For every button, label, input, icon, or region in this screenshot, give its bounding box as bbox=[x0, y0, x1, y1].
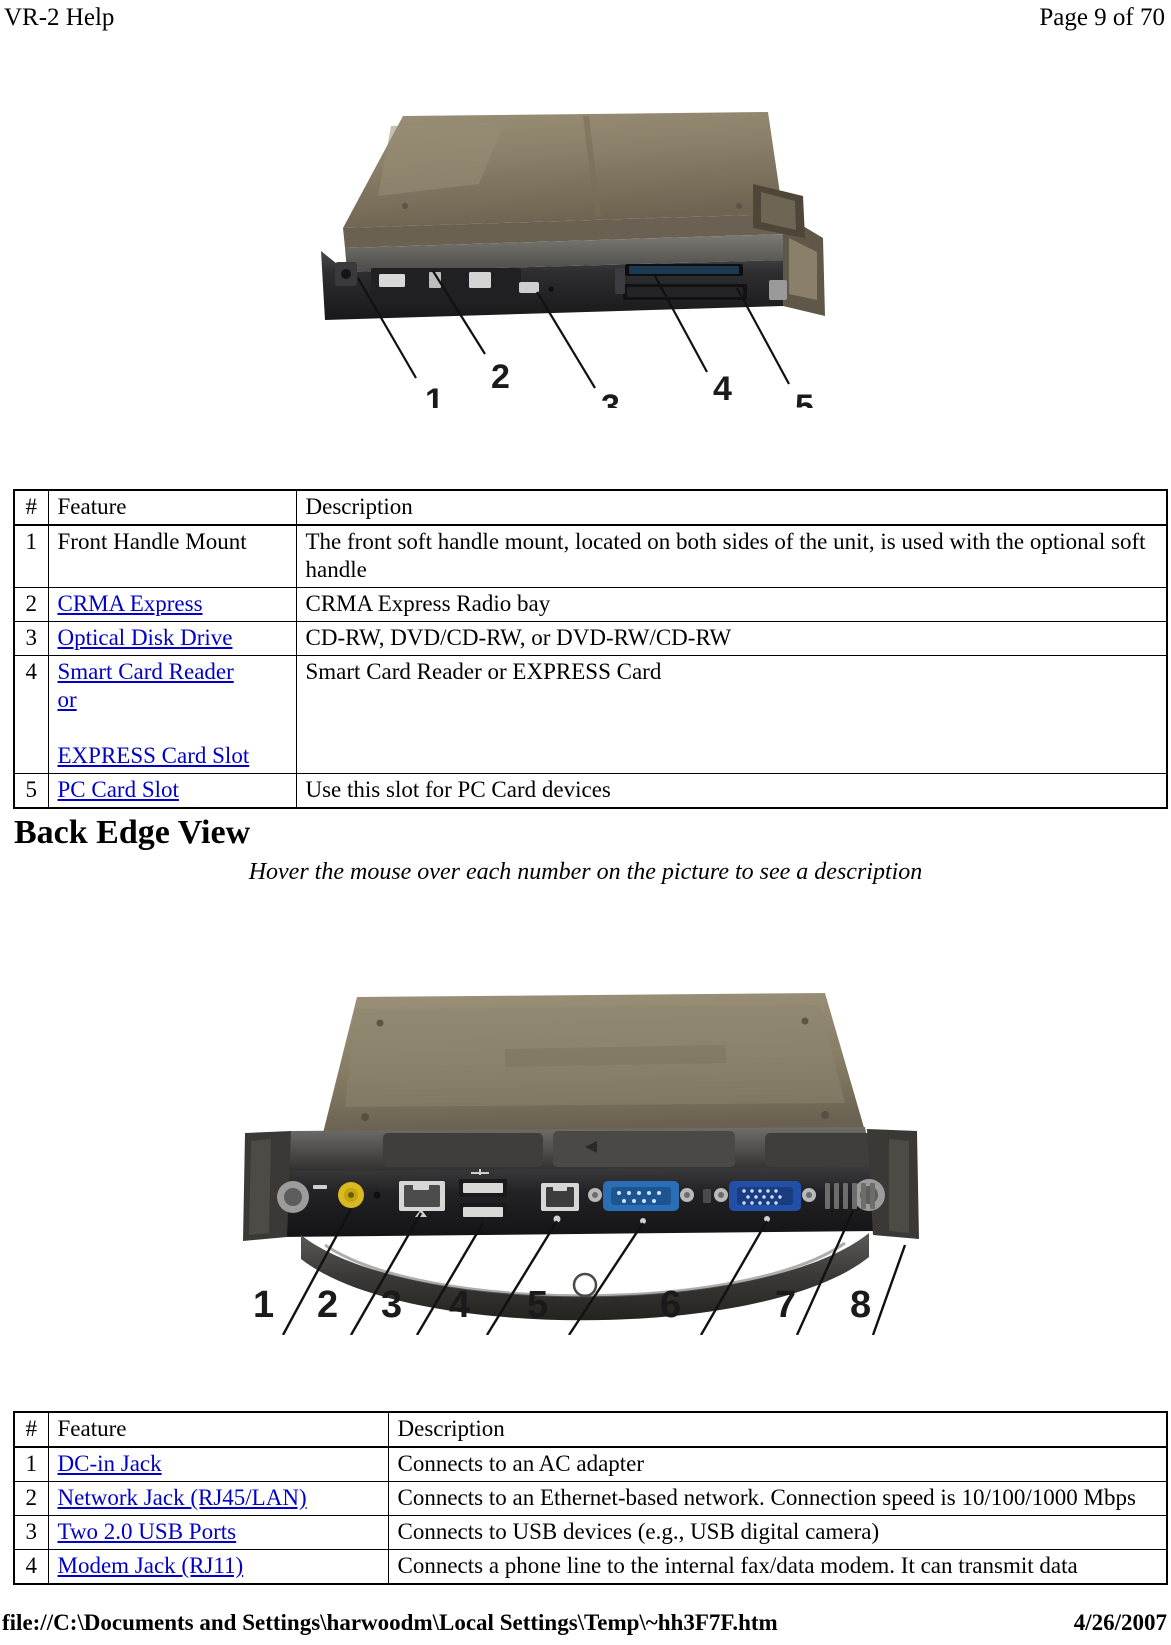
row-feature: Smart Card Reader or EXPRESS Card Slot bbox=[47, 655, 297, 774]
row-feature: Front Handle Mount bbox=[47, 524, 297, 588]
table-row: 5 PC Card Slot Use this slot for PC Card… bbox=[13, 773, 1168, 809]
row-feature: CRMA Express bbox=[47, 587, 297, 622]
front-edge-view-image: 1 2 3 4 5 bbox=[283, 88, 843, 408]
link-usb-ports[interactable]: Two 2.0 USB Ports bbox=[58, 1519, 237, 1544]
row-number: 3 bbox=[13, 1515, 49, 1550]
link-modem-jack[interactable]: Modem Jack (RJ11) bbox=[58, 1553, 244, 1578]
row-description: Connects a phone line to the internal fa… bbox=[387, 1549, 1168, 1585]
row-number: 3 bbox=[13, 621, 49, 656]
callout-4: 4 bbox=[713, 370, 732, 408]
row-description: Smart Card Reader or EXPRESS Card bbox=[295, 655, 1168, 774]
link-express-card-slot[interactable]: EXPRESS Card Slot bbox=[58, 742, 289, 770]
table-header-row: # Feature Description bbox=[13, 1411, 1168, 1448]
row-description: The front soft handle mount, located on … bbox=[295, 524, 1168, 588]
back-edge-callout-numbers: 1 2 3 4 5 6 7 8 bbox=[205, 1265, 975, 1335]
table-row: 1 DC-in Jack Connects to an AC adapter bbox=[13, 1446, 1168, 1482]
callout-2: 2 bbox=[317, 1284, 338, 1326]
row-description: Connects to an AC adapter bbox=[387, 1446, 1168, 1482]
link-smart-card-reader[interactable]: Smart Card Reader bbox=[58, 658, 289, 686]
row-number: 1 bbox=[13, 1446, 49, 1482]
callout-2: 2 bbox=[491, 358, 510, 396]
row-number: 5 bbox=[13, 773, 49, 809]
header-feature: Feature bbox=[47, 1411, 389, 1448]
header-description: Description bbox=[295, 489, 1168, 526]
table-row: 1 Front Handle Mount The front soft hand… bbox=[13, 524, 1168, 588]
row-feature: Modem Jack (RJ11) bbox=[47, 1549, 389, 1585]
table-row: 2 Network Jack (RJ45/LAN) Connects to an… bbox=[13, 1481, 1168, 1516]
row-description: Connects to an Ethernet-based network. C… bbox=[387, 1481, 1168, 1516]
callout-1: 1 bbox=[253, 1284, 274, 1326]
callout-4: 4 bbox=[449, 1284, 470, 1326]
link-network-jack[interactable]: Network Jack (RJ45/LAN) bbox=[58, 1485, 307, 1510]
row-description: CRMA Express Radio bay bbox=[295, 587, 1168, 622]
row-feature: Optical Disk Drive bbox=[47, 621, 297, 656]
row-description: Connects to USB devices (e.g., USB digit… bbox=[387, 1515, 1168, 1550]
page-footer: file://C:\Documents and Settings\harwood… bbox=[0, 1608, 1171, 1644]
link-pc-card-slot[interactable]: PC Card Slot bbox=[58, 777, 179, 802]
row-number: 2 bbox=[13, 1481, 49, 1516]
callout-5: 5 bbox=[527, 1284, 548, 1326]
header-number: # bbox=[13, 1411, 49, 1448]
table-row: 4 Smart Card Reader or EXPRESS Card Slot… bbox=[13, 655, 1168, 774]
page-header: VR-2 Help Page 9 of 70 bbox=[0, 2, 1171, 36]
table-row: 2 CRMA Express CRMA Express Radio bay bbox=[13, 587, 1168, 622]
row-description: Use this slot for PC Card devices bbox=[295, 773, 1168, 809]
back-edge-view-heading: Back Edge View bbox=[14, 814, 251, 851]
row-description: CD-RW, DVD/CD-RW, or DVD-RW/CD-RW bbox=[295, 621, 1168, 656]
callout-1: 1 bbox=[425, 382, 444, 408]
row-number: 4 bbox=[13, 655, 49, 774]
callout-3: 3 bbox=[601, 388, 620, 408]
header-feature: Feature bbox=[47, 489, 297, 526]
callout-7: 7 bbox=[775, 1284, 796, 1326]
table-row: 3 Optical Disk Drive CD-RW, DVD/CD-RW, o… bbox=[13, 621, 1168, 656]
print-date: 4/26/2007 bbox=[1073, 1610, 1167, 1635]
table-header-row: # Feature Description bbox=[13, 489, 1168, 526]
callout-3: 3 bbox=[381, 1284, 402, 1326]
page-number-label: Page 9 of 70 bbox=[1039, 4, 1165, 31]
row-number: 2 bbox=[13, 587, 49, 622]
row-number: 1 bbox=[13, 524, 49, 588]
table-row: 4 Modem Jack (RJ11) Connects a phone lin… bbox=[13, 1549, 1168, 1585]
hover-instruction-caption: Hover the mouse over each number on the … bbox=[248, 859, 923, 885]
callout-5: 5 bbox=[795, 388, 814, 408]
callout-6: 6 bbox=[660, 1284, 681, 1326]
header-number: # bbox=[13, 489, 49, 526]
link-or[interactable]: or bbox=[58, 686, 289, 714]
feature-cell-spacer bbox=[58, 714, 289, 742]
link-optical-disk-drive[interactable]: Optical Disk Drive bbox=[58, 625, 233, 650]
back-edge-feature-table: # Feature Description 1 DC-in Jack Conne… bbox=[13, 1411, 1168, 1585]
row-feature: PC Card Slot bbox=[47, 773, 297, 809]
row-feature: Two 2.0 USB Ports bbox=[47, 1515, 389, 1550]
header-description: Description bbox=[387, 1411, 1168, 1448]
row-feature: DC-in Jack bbox=[47, 1446, 389, 1482]
table-row: 3 Two 2.0 USB Ports Connects to USB devi… bbox=[13, 1515, 1168, 1550]
callout-8: 8 bbox=[850, 1284, 871, 1326]
row-feature: Network Jack (RJ45/LAN) bbox=[47, 1481, 389, 1516]
front-edge-feature-table: # Feature Description 1 Front Handle Mou… bbox=[13, 489, 1168, 809]
help-title: VR-2 Help bbox=[4, 4, 115, 31]
row-number: 4 bbox=[13, 1549, 49, 1585]
source-file-path: file://C:\Documents and Settings\harwood… bbox=[2, 1610, 778, 1635]
link-dc-in-jack[interactable]: DC-in Jack bbox=[58, 1451, 162, 1476]
link-crma-express[interactable]: CRMA Express bbox=[58, 591, 203, 616]
